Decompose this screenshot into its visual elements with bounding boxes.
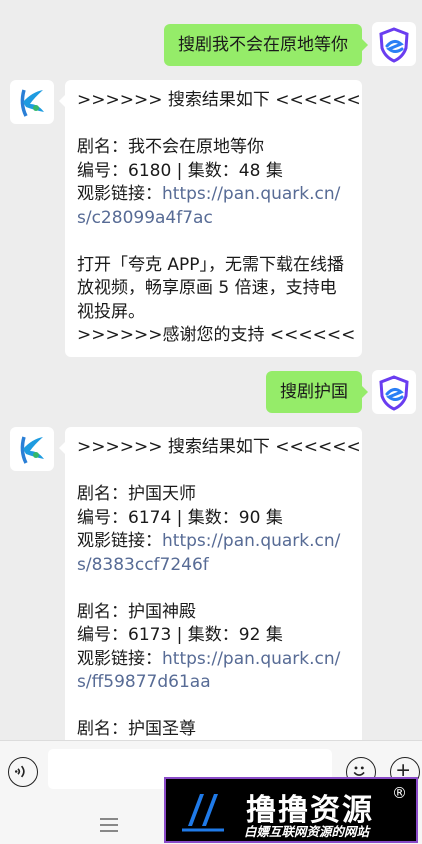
message-line-blank: [77, 577, 350, 601]
result-link: 观影链接：https://pan.quark.cn/s/8383ccf7246f: [77, 530, 350, 577]
message-text: 搜剧护国: [280, 382, 348, 402]
result-info: 编号：6174 | 集数：90 集: [77, 507, 283, 528]
result-name: 剧名：护国神殿: [77, 601, 196, 622]
bot-avatar[interactable]: [10, 427, 54, 471]
message-bubble-outgoing[interactable]: 搜剧我不会在原地等你: [164, 24, 368, 66]
message-line: >>>>>> 搜索结果如下 <<<<<<: [77, 90, 361, 110]
message-bubble-outgoing[interactable]: 搜剧护国: [266, 371, 368, 413]
bot-avatar[interactable]: [10, 80, 54, 124]
message-footer: >>>>>>感谢您的支持 <<<<<<: [77, 325, 356, 345]
message-line-blank: [77, 113, 350, 137]
message-text: 搜剧我不会在原地等你: [178, 35, 348, 55]
message-line-blank: [77, 460, 350, 484]
message-note: 打开「夸克 APP」，无需下载在线播放视频，畅享原画 5 倍速，支持电视投屏。: [77, 254, 345, 322]
user-avatar[interactable]: [372, 370, 416, 414]
user-avatar[interactable]: [372, 22, 416, 66]
watermark-registered-mark: ®: [392, 784, 407, 802]
watermark-logo-icon: [182, 794, 224, 832]
watermark-banner: 撸撸资源 ® 白嫖互联网资源的网站: [164, 777, 418, 843]
message-bubble-incoming[interactable]: >>>>>> 搜索结果如下 <<<<<< 剧名：我不会在原地等你 编号：6180…: [59, 80, 362, 357]
message-line: >>>>>> 搜索结果如下 <<<<<<: [77, 437, 361, 457]
result-name: 剧名：护国天师: [77, 484, 196, 504]
message-line-blank: [77, 230, 350, 254]
watermark-subtitle: 白嫖互联网资源的网站: [244, 824, 370, 839]
message-line-blank: [77, 695, 350, 719]
message-line: 编号：6180 | 集数：48 集: [77, 160, 283, 181]
link-label: 观影链接：: [77, 648, 162, 669]
message-line-link: 观影链接：https://pan.quark.cn/s/c28099a4f7ac: [77, 183, 350, 230]
voice-icon[interactable]: [8, 757, 38, 787]
result-link: 观影链接：https://pan.quark.cn/s/ff59877d61aa: [77, 648, 350, 695]
result-info: 编号：6173 | 集数：92 集: [77, 625, 283, 645]
shield-e-icon: [379, 27, 409, 63]
link-label: 观影链接：: [77, 184, 162, 204]
result-name: 剧名：护国圣尊: [77, 719, 196, 739]
message-line: 剧名：我不会在原地等你: [77, 137, 264, 157]
chat-area[interactable]: 搜剧我不会在原地等你 >>>>>> 搜索结果如下 <<<<<< 剧名：我不会在原…: [0, 0, 422, 740]
message-bubble-incoming[interactable]: >>>>>> 搜索结果如下 <<<<<< 剧名：护国天师 编号：6174 | 集…: [59, 427, 362, 740]
swirl-logo-icon: [20, 436, 44, 464]
link-label: 观影链接：: [77, 531, 162, 551]
swirl-logo-icon: [20, 89, 44, 117]
menu-lines-icon[interactable]: [100, 818, 118, 832]
shield-e-icon: [379, 375, 409, 411]
